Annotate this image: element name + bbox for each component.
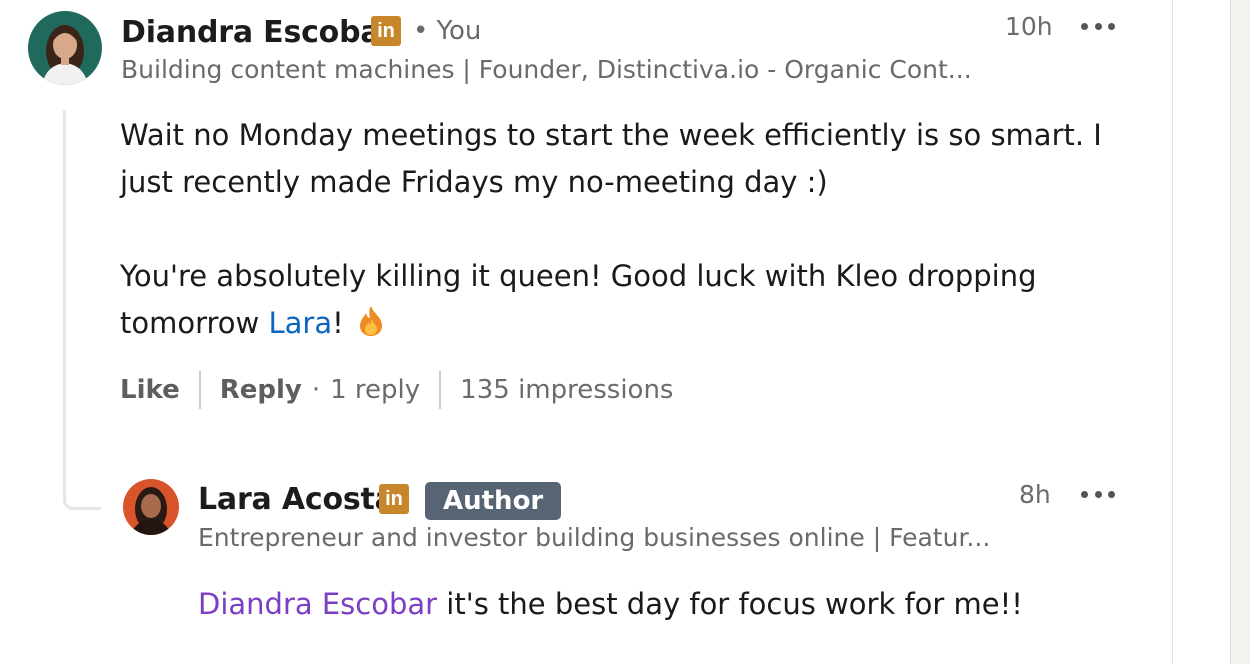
action-divider [439,371,442,409]
like-button[interactable]: Like [120,375,180,405]
you-label: • You [413,16,482,46]
reply-body-text: it's the best day for focus work for me!… [437,587,1023,621]
comment-author-headline[interactable]: Building content machines | Founder, Dis… [121,55,972,84]
reply-button[interactable]: Reply [220,375,302,405]
avatar-photo [28,11,102,85]
avatar-lara[interactable] [123,479,179,535]
comment-body-line: Wait no Monday meetings to start the wee… [120,118,1102,152]
comment-timestamp: 10h [1005,12,1053,41]
reply-body: Diandra Escobar it's the best day for fo… [198,581,1128,628]
reply-count-link[interactable]: 1 reply [330,375,420,405]
scrollbar-gutter[interactable] [1230,0,1250,664]
more-options-icon[interactable] [1081,16,1115,36]
comment-actions: Like Reply · 1 reply 135 impressions [120,370,673,410]
reply-timestamp: 8h [1019,480,1051,509]
reply-author-name[interactable]: Lara Acosta [198,482,395,517]
action-divider [198,371,201,409]
linkedin-icon: in [371,16,401,46]
comment-body-text: ! [332,306,344,340]
linkedin-icon: in [379,484,409,514]
mention-link-lara[interactable]: Lara [268,306,332,340]
thread-connector-line [63,110,101,510]
comment-body-line: tomorrow Lara! [120,300,1130,351]
reply-body-line: Diandra Escobar it's the best day for fo… [198,581,1128,628]
impressions-count[interactable]: 135 impressions [460,375,673,405]
author-badge: Author [425,482,562,520]
comment-body-text: tomorrow [120,306,269,340]
comment-body-line: You're absolutely killing it queen! Good… [120,259,1037,293]
panel-divider [1172,0,1173,664]
avatar-diandra[interactable] [28,11,102,85]
mention-link-diandra[interactable]: Diandra Escobar [198,587,437,621]
fire-emoji-icon [358,304,384,351]
paragraph-spacer [120,206,1130,253]
comment-body: Wait no Monday meetings to start the wee… [120,112,1130,351]
comment-thread: Diandra Escobar in • You Building conten… [0,0,1250,664]
more-options-icon[interactable] [1081,484,1115,504]
separator-dot: · [311,375,321,405]
comment-author-name[interactable]: Diandra Escobar [121,15,395,50]
avatar-photo [123,479,179,535]
reply-author-headline[interactable]: Entrepreneur and investor building busin… [198,523,990,552]
comment-body-line: just recently made Fridays my no-meeting… [120,165,828,199]
